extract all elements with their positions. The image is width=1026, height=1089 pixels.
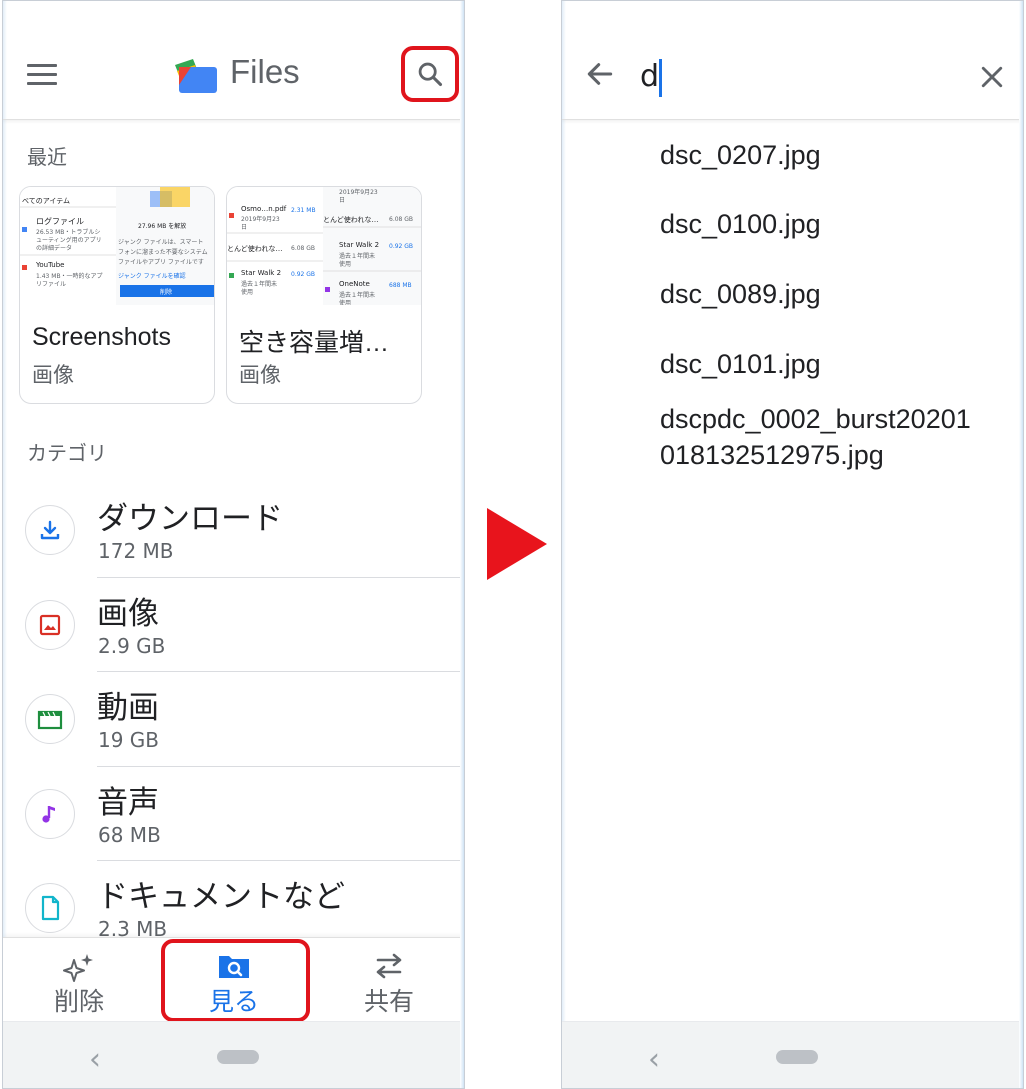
category-row-images[interactable]: 画像 2.9 GB [3,578,464,672]
nav-label: 共有 [363,987,414,1016]
thumb-file-name: とんど使われな… [323,216,379,224]
thumb-app-size: 0.92 GB [389,243,414,250]
screenshot-thumbnail: べてのアイテム ログファイル 26.53 MB・トラブルシ ューティング用のアプ… [20,187,214,305]
system-navigation-bar: ‹ [3,1021,464,1088]
category-icon-circle [25,789,75,839]
category-icon-circle [25,694,75,744]
thumb-file-date: 日 [241,224,248,231]
thumb-item-meta: の詳細データ [36,245,73,252]
category-size: 2.9 GB [98,634,166,658]
category-name: 画像 [97,596,159,632]
system-home-pill[interactable] [217,1050,259,1064]
files-logo [175,59,217,93]
thumb-file-name: とんど使われな… [227,245,283,253]
thumb-app-meta: 使用 [339,300,352,305]
thumb-file-size: 2.31 MB [291,207,316,214]
search-result-item[interactable]: dsc_0101.jpg [660,346,980,382]
thumb-title: べてのアイテム [22,197,71,205]
music-icon [42,806,55,823]
recent-card-title: Screenshots [32,323,171,351]
search-result-item[interactable]: dsc_0089.jpg [660,276,980,312]
category-name: 動画 [97,690,159,726]
thumb-app-name: Star Walk 2 [241,269,282,277]
nav-tab-share[interactable]: 共有 [319,938,459,1022]
screenshot-thumbnail: Osmo…n.pdf 2019年9月23 日 2.31 MB 2019年9月23… [227,187,421,305]
system-back-icon[interactable]: ‹ [89,1042,101,1077]
thumb-file-name: Osmo…n.pdf [241,205,287,213]
system-navigation-bar: ‹ [562,1021,1023,1088]
thumb-file-date: 日 [339,197,346,204]
recent-card-subtitle: 画像 [32,363,74,387]
thumb-app-size: 688 MB [389,282,412,289]
category-size: 68 MB [98,823,161,847]
thumb-app-size: 0.92 GB [291,271,316,278]
sparkle-icon [63,954,93,982]
category-icon-circle [25,505,75,555]
recent-card-free-space[interactable]: Osmo…n.pdf 2019年9月23 日 2.31 MB 2019年9月23… [226,186,422,404]
category-row-audio[interactable]: 音声 68 MB [3,767,464,861]
nav-label: 見る [208,987,259,1016]
search-result-item[interactable]: dscpdc_0002_burst20201018132512975.jpg [660,401,980,473]
category-name: 音声 [97,785,159,821]
system-home-pill[interactable] [776,1050,818,1064]
transition-arrow-icon [487,508,547,580]
app-bar: Files [3,1,464,120]
thumb-item-name: YouTube [36,261,65,269]
thumb-item-name: ログファイル [36,217,84,226]
category-size: 19 GB [98,728,160,752]
thumb-desc: フォンに溜まった不要なシステム [118,249,208,256]
category-icon-circle [25,600,75,650]
thumb-file-size: 6.08 GB [389,216,414,223]
search-bar [562,1,1023,120]
category-row-videos[interactable]: 動画 19 GB [3,672,464,766]
category-icon-circle [25,883,75,933]
phone-screen-search: dsc_0207.jpg dsc_0100.jpg dsc_0089.jpg d… [561,0,1024,1089]
search-result-item[interactable]: dsc_0100.jpg [660,206,980,242]
thumb-app-name: Star Walk 2 [339,241,380,249]
thumb-link: ジャンク ファイルを確認 [118,273,186,280]
browse-folder-icon [219,956,249,978]
system-back-icon[interactable]: ‹ [648,1042,660,1077]
image-icon [39,614,61,636]
thumb-desc: ジャンク ファイルは、スマート [118,239,204,246]
thumb-file-size: 6.08 GB [291,245,316,252]
back-arrow-icon[interactable] [584,58,616,90]
nav-tab-clean[interactable]: 削除 [9,938,149,1022]
menu-icon[interactable] [27,64,57,88]
recent-card-title: 空き容量増… [239,329,390,357]
text-cursor [659,59,662,97]
swap-arrows-icon [376,953,402,979]
phone-screen-files-home: Files 最近 べてのアイテム ログファイル 26.53 MB・トラブルシ ュ… [2,0,465,1089]
category-name: ドキュメントなど [97,879,345,915]
bottom-navigation: 削除 見る 共有 [3,937,464,1022]
thumb-app-meta: 使用 [339,261,352,268]
category-row-downloads[interactable]: ダウンロード 172 MB [3,483,464,577]
thumb-desc: ファイルやアプリ ファイルです [118,259,204,266]
nav-tab-browse[interactable]: 見る [164,938,304,1022]
category-size: 172 MB [98,539,174,563]
recent-card-subtitle: 画像 [239,363,281,387]
video-icon [37,710,63,730]
download-icon [40,520,60,540]
search-icon [418,62,443,87]
thumb-item-meta: リファイル [36,281,67,288]
search-input[interactable] [640,59,940,94]
category-name: ダウンロード [97,501,283,537]
document-icon [41,895,60,921]
thumb-free-label: 27.96 MB を解放 [138,223,187,230]
categories-section-label: カテゴリ [27,441,107,465]
clear-icon[interactable] [977,62,1007,92]
thumb-delete: 削除 [160,289,173,296]
recent-card-screenshots[interactable]: べてのアイテム ログファイル 26.53 MB・トラブルシ ューティング用のアプ… [19,186,215,404]
thumb-app-name: OneNote [339,280,370,288]
app-title: Files [230,53,300,90]
recent-section-label: 最近 [27,145,67,169]
thumb-app-meta: 使用 [241,289,254,296]
search-button[interactable] [401,46,459,102]
search-result-item[interactable]: dsc_0207.jpg [660,137,980,173]
nav-label: 削除 [53,987,104,1016]
